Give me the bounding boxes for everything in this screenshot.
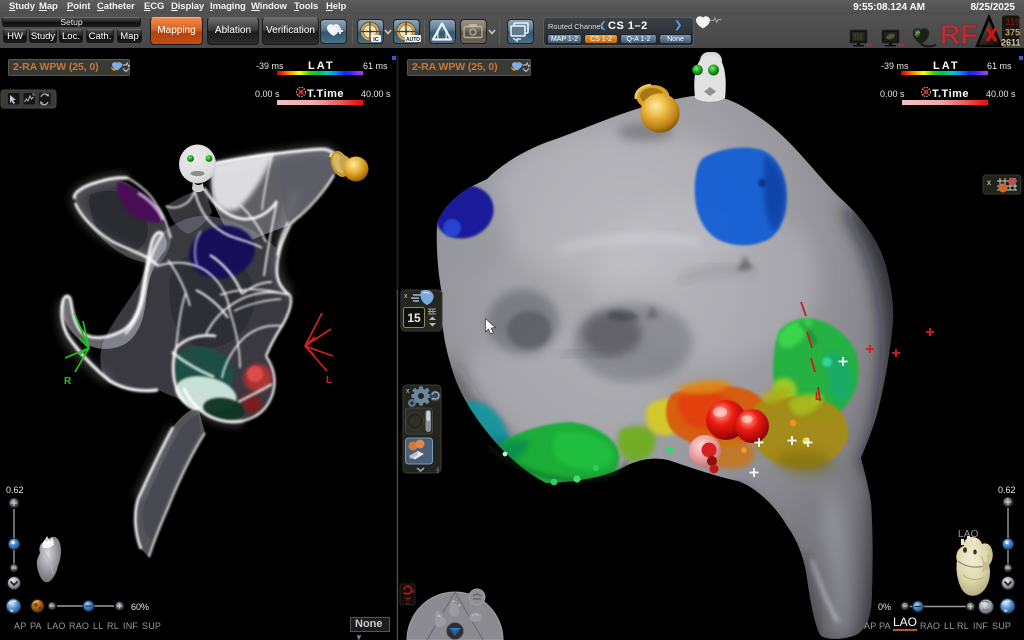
svg-text:x: x bbox=[406, 388, 410, 395]
svg-text:x: x bbox=[987, 178, 991, 187]
svg-text:15: 15 bbox=[407, 311, 421, 325]
svg-text:x: x bbox=[404, 293, 408, 300]
